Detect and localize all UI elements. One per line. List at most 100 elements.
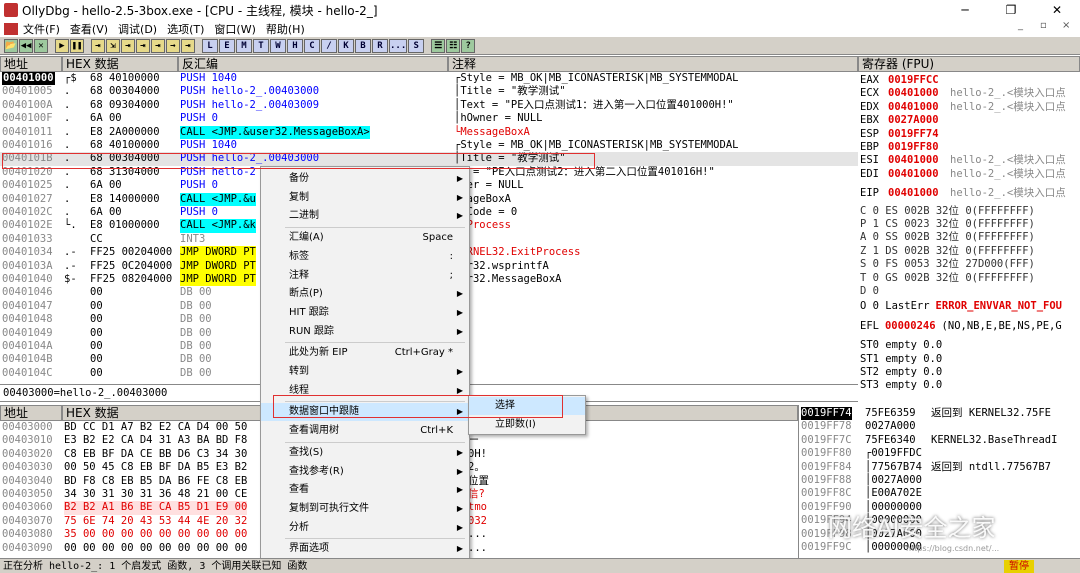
toolbar-button-5[interactable]: ⇥ [91,38,105,53]
toolbar-button-12[interactable]: L [202,38,218,53]
menu-window[interactable]: 窗口(W) [209,21,260,37]
register-row[interactable]: EBP 0019FF80 [858,141,1080,154]
context-menu-item[interactable]: 查看 ▶ [261,481,469,499]
context-menu-item[interactable]: HIT 跟踪 ▶ [261,304,469,322]
register-row[interactable]: EDX 00401000 hello-2_.<模块入口点 [858,101,1080,114]
context-menu-item[interactable]: 汇编(A) Space [261,229,469,247]
stack-row[interactable]: 0019FF7C 75FE6340 KERNEL32.BaseThreadI [799,434,1080,447]
register-row[interactable]: ESI 00401000 hello-2_.<模块入口点 [858,154,1080,167]
context-menu-label: RUN 跟踪 [289,325,334,337]
toolbar-button-0[interactable]: 📂 [4,38,18,53]
disasm-row[interactable]: 00401000 ┌$ 68 40100000 PUSH 1040 ┌Style = M… [0,72,858,86]
context-menu-item[interactable]: 注释; [261,267,469,285]
menu-view[interactable]: 查看(V) [65,21,113,37]
context-menu-item[interactable]: 查找参考(R) ▶ [261,463,469,481]
context-menu-item[interactable]: 此处为新 EIP Ctrl+Gray * [261,344,469,362]
maximize-button[interactable]: ❐ [988,0,1034,20]
toolbar-button-11[interactable]: ⇥ [181,38,195,53]
register-row[interactable]: ESP 0019FF74 [858,128,1080,141]
context-menu-item[interactable]: 标签: [261,248,469,266]
toolbar-button-27[interactable]: ? [461,38,476,53]
toolbar-button-1[interactable]: ◀◀ [19,38,33,53]
context-menu-item[interactable]: 分析 ▶ [261,519,469,537]
flag-row[interactable]: A 0 SS 002B 32位 0(FFFFFFFF) [860,231,1035,244]
toolbar-button-17[interactable]: H [287,38,303,53]
context-menu-item[interactable]: 界面选项 ▶ [261,540,469,558]
toolbar-button-20[interactable]: K [338,38,354,53]
menu-debug[interactable]: 调试(D) [113,21,162,37]
toolbar-button-13[interactable]: E [219,38,235,53]
disasm-row[interactable]: 00401011 . E8 2A000000 CALL <JMP.&user32.M… [0,125,858,139]
fpu-row: ST0 empty 0.0 [860,339,943,352]
menu-file[interactable]: 文件(F) [18,21,65,37]
disasm-header-disasm[interactable]: 反汇编 [178,56,448,72]
flag-row[interactable]: Z 1 DS 002B 32位 0(FFFFFFFF) [860,245,1035,258]
context-menu-item[interactable]: 查找(S) ▶ [261,444,469,462]
context-menu-item[interactable]: RUN 跟踪 ▶ [261,323,469,341]
toolbar-button-4[interactable]: ❚❚ [70,38,84,53]
toolbar-button-6[interactable]: ⇲ [106,38,120,53]
flag-row[interactable]: S 0 FS 0053 32位 27D000(FFF) [860,258,1035,271]
mdi-close-button[interactable]: × [1062,20,1070,31]
context-menu-item[interactable]: 复制 ▶ [261,189,469,207]
toolbar-button-3[interactable]: ▶ [55,38,69,53]
menu-options[interactable]: 选项(T) [162,21,209,37]
toolbar-button-14[interactable]: M [236,38,252,53]
toolbar-button-2[interactable]: ✕ [34,38,48,53]
watermark-url: https://blog.csdn.net/... [906,544,1000,553]
disasm-row[interactable]: 00401005 . 68 00304000 PUSH hello-2_.00403… [0,85,858,98]
toolbar-button-8[interactable]: ⇥ [136,38,150,53]
register-row[interactable]: EDI 00401000 hello-2_.<模块入口点 [858,168,1080,181]
toolbar-button-15[interactable]: T [253,38,269,53]
toolbar-button-16[interactable]: W [270,38,286,53]
dump-addr: 00403090 [2,541,53,554]
toolbar-button-26[interactable]: ☷ [446,38,461,53]
context-menu-item[interactable]: 备份 ▶ [261,170,469,188]
registers-pane[interactable]: EAX 0019FFCC ECX 00401000 hello-2_.<模块入口点 EDX… [858,72,1080,402]
minimize-button[interactable]: ─ [942,0,988,20]
stack-row[interactable]: 0019FF88 │0027A000 [799,474,1080,487]
register-row[interactable]: EAX 0019FFCC [858,74,1080,87]
toolbar-button-22[interactable]: R [372,38,388,53]
disasm-header-comment[interactable]: 注释 [448,56,858,72]
toolbar-button-18[interactable]: C [304,38,320,53]
context-menu-item[interactable]: 断点(P) ▶ [261,285,469,303]
disasm-header-hex[interactable]: HEX 数据 [62,56,178,72]
flag-row[interactable]: P 1 CS 0023 32位 0(FFFFFFFF) [860,218,1035,231]
context-menu-item[interactable]: 复制到可执行文件 ▶ [261,500,469,518]
toolbar-button-10[interactable]: → [166,38,180,53]
stack-row[interactable]: 0019FF80 ┌0019FFDC [799,447,1080,460]
disasm-header-addr[interactable]: 地址 [0,56,62,72]
stack-comment: 返回到 ntdll.77567B7 [931,460,1052,473]
context-menu-item[interactable]: 转到 ▶ [261,363,469,381]
flag-row[interactable]: T 0 GS 002B 32位 0(FFFFFFFF) [860,272,1035,285]
mdi-restore-button[interactable]: ▫ [1040,20,1047,31]
toolbar-button-21[interactable]: B [355,38,371,53]
register-row[interactable]: EBX 0027A000 [858,114,1080,127]
register-row[interactable]: ECX 00401000 hello-2_.<模块入口点 [858,87,1080,100]
close-button[interactable]: ✕ [1034,0,1080,20]
stack-row[interactable]: 0019FF78 0027A000 [799,420,1080,433]
dump-header-addr[interactable]: 地址 [0,405,62,421]
disasm-row[interactable]: 0040100A . 68 09304000 PUSH hello-2_.00403… [0,99,858,112]
toolbar-button-25[interactable]: ☰ [431,38,446,53]
disasm-row[interactable]: 0040100F . 6A 00 PUSH 0 │hOwner = NULL [0,112,858,125]
toolbar-button-19[interactable]: / [321,38,337,53]
toolbar-button-24[interactable]: S [408,38,425,53]
mdi-minimize-button[interactable]: _ [1018,20,1023,31]
stack-row[interactable]: 0019FF84 │77567B74 返回到 ntdll.77567B7 [799,461,1080,474]
disasm-addr: 0040104A [2,340,53,352]
context-menu-item[interactable]: 查看调用树 Ctrl+K [261,422,469,440]
context-menu-item[interactable]: 二进制 ▶ [261,207,469,225]
toolbar-button-23[interactable]: ... [389,38,408,53]
submenu-immediate[interactable]: 立即数(I) [469,416,585,434]
stack-row[interactable]: 0019FF8C │E00A702E [799,487,1080,500]
stack-row[interactable]: 0019FF74 75FE6359 返回到 KERNEL32.75FE [799,407,1080,421]
menu-help[interactable]: 帮助(H) [261,21,310,37]
toolbar-button-9[interactable]: ⇥ [151,38,165,53]
flag-row[interactable]: C 0 ES 002B 32位 0(FFFFFFFF) [860,205,1035,218]
disasm-row[interactable]: 00401016 . 68 40100000 PUSH 1040 ┌Style = M… [0,139,858,152]
toolbar-button-7[interactable]: ⇥ [121,38,135,53]
flag-row[interactable]: D 0 [860,285,879,298]
register-row[interactable]: EIP 00401000 hello-2_.<模块入口点 [858,187,1080,200]
